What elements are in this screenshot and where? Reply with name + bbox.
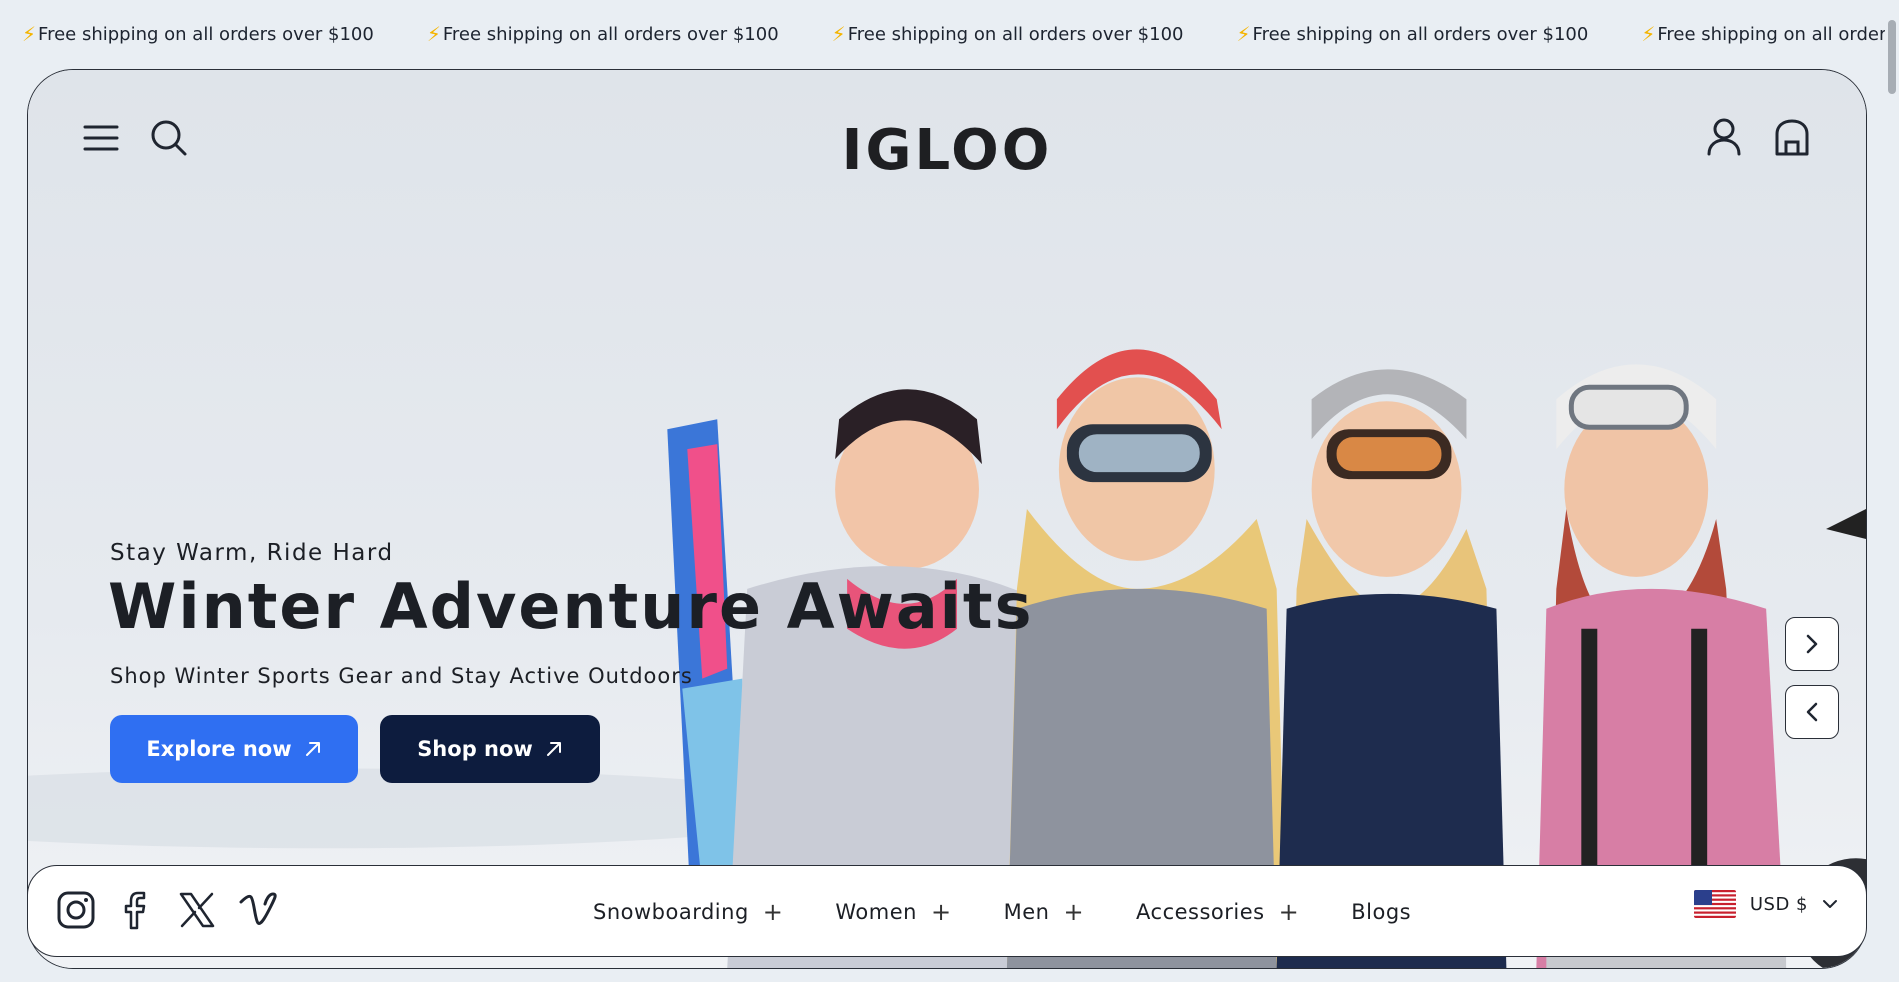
main-navigation: Snowboarding + Women + Men + Accessories… <box>593 866 1463 958</box>
announcement-item: ⚡Free shipping on all orders over $100 <box>1236 22 1589 46</box>
nav-item-label: Accessories <box>1136 900 1265 924</box>
chevron-left-icon <box>1806 702 1818 722</box>
plus-icon: + <box>930 898 952 926</box>
page-scrollbar[interactable] <box>1885 0 1899 982</box>
hero-banner: IGLOO Stay Warm, Ride Hard Winter Advent… <box>27 69 1867 969</box>
plus-icon: + <box>1278 898 1300 926</box>
menu-icon[interactable] <box>78 116 124 160</box>
site-logo[interactable]: IGLOO <box>842 118 1053 183</box>
nav-item-blogs[interactable]: Blogs <box>1351 900 1411 924</box>
nav-item-accessories[interactable]: Accessories + <box>1136 900 1299 924</box>
instagram-icon[interactable] <box>54 888 98 932</box>
shop-now-button[interactable]: Shop now <box>380 715 600 783</box>
lightning-bolt-icon: ⚡ <box>426 22 441 46</box>
hero-title: Winter Adventure Awaits <box>108 570 1034 643</box>
arrow-up-right-icon <box>546 742 561 756</box>
nav-item-label: Men <box>1003 900 1050 924</box>
nav-item-label: Women <box>835 900 917 924</box>
shop-now-label: Shop now <box>417 737 533 761</box>
facebook-icon[interactable] <box>115 888 159 932</box>
plus-icon: + <box>1063 898 1085 926</box>
arrow-up-right-icon <box>305 742 320 756</box>
site-header: IGLOO <box>28 70 1866 220</box>
explore-now-button[interactable]: Explore now <box>110 715 358 783</box>
x-icon[interactable] <box>175 888 219 932</box>
announcement-item: ⚡Free shipping on all orders over $100 <box>426 22 779 46</box>
bottom-nav-bar: Snowboarding + Women + Men + Accessories… <box>27 865 1867 957</box>
us-flag-icon <box>1693 890 1736 918</box>
currency-selector[interactable]: USD $ <box>1693 890 1838 918</box>
hero-subtitle: Stay Warm, Ride Hard <box>110 540 394 566</box>
hero-description: Shop Winter Sports Gear and Stay Active … <box>110 664 693 688</box>
lightning-bolt-icon: ⚡ <box>1641 22 1656 46</box>
nav-item-snowboarding[interactable]: Snowboarding + <box>593 900 783 924</box>
next-slide-button[interactable] <box>1785 617 1839 671</box>
nav-item-men[interactable]: Men + <box>1004 900 1084 924</box>
search-icon[interactable] <box>146 116 192 160</box>
announcement-item: ⚡Free shipping on all orders over $100 <box>1641 22 1899 46</box>
previous-slide-button[interactable] <box>1785 685 1839 739</box>
explore-now-label: Explore now <box>146 737 292 761</box>
lightning-bolt-icon: ⚡ <box>1236 22 1251 46</box>
cart-icon[interactable] <box>1770 114 1814 160</box>
scrollbar-thumb[interactable] <box>1888 20 1896 94</box>
nav-item-label: Blogs <box>1351 900 1412 924</box>
vimeo-icon[interactable] <box>237 888 281 932</box>
currency-label: USD $ <box>1749 893 1808 915</box>
nav-item-label: Snowboarding <box>593 900 749 924</box>
announcement-item: ⚡Free shipping on all orders over $100 <box>22 22 374 46</box>
lightning-bolt-icon: ⚡ <box>22 22 37 46</box>
nav-item-women[interactable]: Women + <box>835 900 951 924</box>
chevron-right-icon <box>1806 634 1818 654</box>
chevron-down-icon <box>1823 900 1837 908</box>
lightning-bolt-icon: ⚡ <box>831 22 846 46</box>
announcement-item: ⚡Free shipping on all orders over $100 <box>831 22 1184 46</box>
announcement-bar: ⚡ Free shipping on all orders over $100 ⚡… <box>0 0 1899 68</box>
plus-icon: + <box>762 898 784 926</box>
account-icon[interactable] <box>1702 114 1746 160</box>
